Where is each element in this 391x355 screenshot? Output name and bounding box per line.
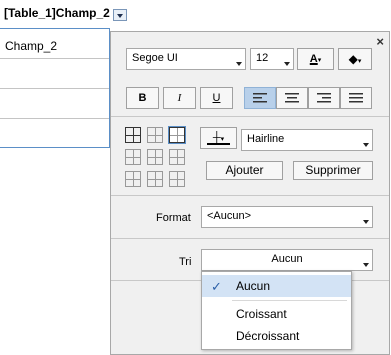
- font-family-select[interactable]: Segoe UI: [126, 48, 246, 70]
- divider: [111, 238, 389, 239]
- border-top-icon[interactable]: [147, 171, 163, 187]
- border-bottom-icon[interactable]: [169, 171, 185, 187]
- format-value: <Aucun>: [207, 210, 252, 222]
- line-style-select[interactable]: Hairline: [241, 129, 373, 151]
- remove-border-button[interactable]: Supprimer: [293, 161, 373, 180]
- align-justify-button[interactable]: [340, 87, 372, 109]
- align-left-button[interactable]: [244, 87, 276, 109]
- table-cell: Champ_2: [5, 39, 58, 53]
- sort-option-decroissant[interactable]: Décroissant: [202, 325, 351, 347]
- line-style-value: Hairline: [247, 133, 285, 145]
- sort-select[interactable]: Aucun: [201, 249, 373, 271]
- italic-button[interactable]: I: [163, 87, 196, 109]
- border-left-icon[interactable]: [125, 171, 141, 187]
- divider: [232, 300, 347, 301]
- table-row[interactable]: [0, 119, 109, 149]
- border-style-button[interactable]: ┼▾: [200, 127, 237, 149]
- divider: [111, 195, 389, 196]
- align-right-button[interactable]: [308, 87, 340, 109]
- sort-option-label: Décroissant: [236, 329, 300, 343]
- font-color-button[interactable]: A▾: [297, 48, 334, 70]
- align-center-button[interactable]: [276, 87, 308, 109]
- divider: [111, 116, 389, 117]
- align-left-icon: [253, 93, 267, 103]
- underline-button[interactable]: U: [200, 87, 233, 109]
- table-row[interactable]: [0, 59, 109, 89]
- chevron-down-icon: [363, 143, 369, 147]
- chevron-down-icon: [363, 220, 369, 224]
- fill-color-button[interactable]: ◆▾: [338, 48, 372, 70]
- sort-value: Aucun: [271, 253, 303, 265]
- font-family-value: Segoe UI: [132, 52, 178, 64]
- sort-option-croissant[interactable]: Croissant: [202, 303, 351, 325]
- chevron-down-icon: [236, 62, 242, 66]
- border-inner-icon[interactable]: [147, 127, 163, 143]
- sort-label: Tri: [179, 256, 192, 268]
- border-center-icon[interactable]: [169, 149, 185, 165]
- table-row[interactable]: Champ_2: [0, 29, 109, 59]
- border-all-icon[interactable]: [125, 127, 141, 143]
- sort-dropdown-list: ✓ Aucun Croissant Décroissant: [201, 271, 352, 350]
- align-center-icon: [285, 93, 299, 103]
- chevron-down-icon: [363, 263, 369, 267]
- format-label: Format: [156, 212, 191, 224]
- table-grid: Champ_2: [0, 28, 110, 148]
- align-justify-icon: [349, 93, 363, 103]
- format-select[interactable]: <Aucun>: [201, 206, 373, 228]
- sort-option-label: Aucun: [236, 279, 271, 293]
- font-color-icon: A: [309, 53, 318, 65]
- column-dropdown-button[interactable]: [113, 9, 127, 21]
- chevron-down-icon: [284, 62, 290, 66]
- bold-button[interactable]: B: [126, 87, 159, 109]
- table-row[interactable]: [0, 89, 109, 119]
- border-outer-inner-icon[interactable]: [168, 126, 186, 144]
- font-size-value: 12: [256, 52, 269, 64]
- border-vertical-icon[interactable]: [125, 149, 141, 165]
- table-header-title: [Table_1]Champ_2: [4, 6, 110, 20]
- sort-option-label: Croissant: [236, 307, 287, 321]
- border-horizontal-icon[interactable]: [147, 149, 163, 165]
- paint-bucket-icon: ◆: [348, 52, 358, 66]
- sort-option-aucun[interactable]: ✓ Aucun: [202, 275, 351, 297]
- close-icon[interactable]: ×: [376, 34, 384, 49]
- font-size-select[interactable]: 12: [250, 48, 294, 70]
- checkmark-icon: ✓: [211, 279, 222, 294]
- add-border-button[interactable]: Ajouter: [206, 161, 283, 180]
- align-right-icon: [317, 93, 331, 103]
